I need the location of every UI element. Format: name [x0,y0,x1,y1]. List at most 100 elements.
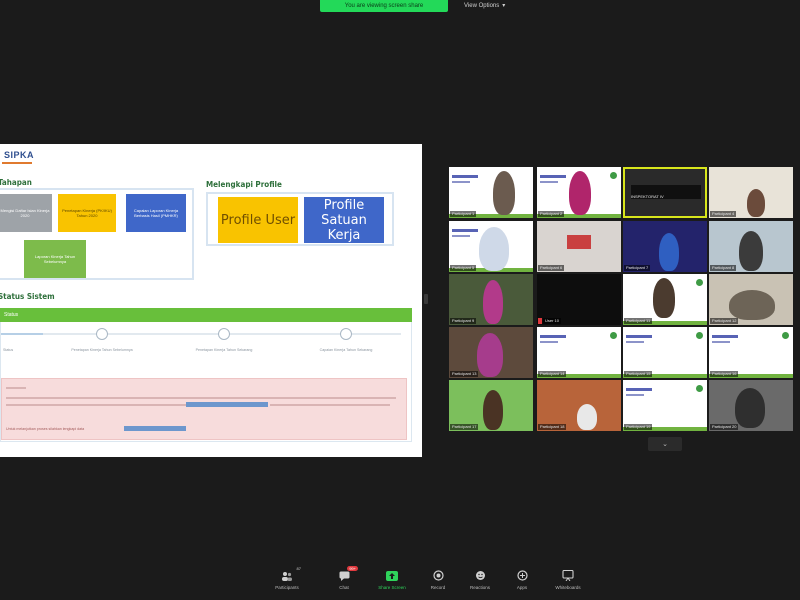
section-title-profile: Melengkapi Profile [206,180,282,189]
section-title-tahapan: Tahapan [0,178,32,187]
progress-fill [1,333,43,335]
tahapan-tile-3[interactable]: Capaian Laporan Kinerja Berbasis Hasil (… [126,194,186,232]
chat-button[interactable]: 99+ Chat [320,566,368,598]
person-avatar [735,388,765,428]
whiteboards-button[interactable]: Whiteboards [544,570,592,598]
share-screen-button[interactable]: Share Screen [368,570,416,598]
tahapan-box: Mengisi Daftar Isian Kinerja 2020 Peneta… [0,188,194,280]
video-tile[interactable]: Participant 1 [449,167,533,218]
profile-box: Profile User Profile Satuan Kerja [206,192,394,246]
group-people [729,290,775,320]
record-label: Record [430,585,446,590]
view-options-button[interactable]: View Options ▾ [458,0,511,11]
record-icon [432,570,444,581]
participant-name: Participant 6 [538,265,565,271]
video-tile-camera-off[interactable]: User 10 [537,274,621,325]
apps-icon [516,570,528,581]
alert-box: Untuk melanjutkan proses silahkan lengka… [1,378,407,440]
gallery-next-page-button[interactable]: ⌄ [648,437,682,451]
video-tile[interactable]: Participant 11 [623,274,707,325]
participant-name: Participant 1 [450,211,477,217]
chat-label: Chat [339,585,349,590]
person-avatar [659,233,679,271]
participant-name: Participant 8 [710,265,737,271]
alert-highlight-link[interactable] [186,402,268,407]
alert-action-link[interactable] [124,426,186,431]
alert-note: Untuk melanjutkan proses silahkan lengka… [6,427,85,431]
participants-button[interactable]: 87 Participants [263,566,311,598]
video-tile[interactable]: Participant 14 [537,327,621,378]
apps-button[interactable]: Apps [498,570,546,598]
video-tile[interactable]: Participant 13 [449,327,533,378]
slide-brand: SIPKA [4,150,35,160]
participant-name: Participant 4 [710,211,737,217]
person-avatar [483,280,503,324]
participant-name: INSPEKTORAT IV [631,194,664,199]
step-4-label: Capaian Kinerja Tahun Sekarang [319,348,373,352]
participants-label: Participants [275,585,299,590]
tahapan-tile-1[interactable]: Mengisi Daftar Isian Kinerja 2020 [0,194,52,232]
participants-count: 87 [296,566,301,571]
person-avatar [739,231,763,271]
video-tile[interactable]: Participant 8 [709,221,793,272]
apps-label: Apps [516,585,528,590]
video-tile[interactable]: Participant 2 [537,167,621,218]
share-screen-icon [386,570,398,581]
video-tile[interactable]: Participant 5 [449,221,533,272]
video-tile[interactable]: Participant 15 [623,327,707,378]
video-tile[interactable]: Participant 4 [709,167,793,218]
step-3-label: Penetapan Kinerja Tahun Sekarang [195,348,253,352]
video-tile[interactable]: Participant 7 [623,221,707,272]
alert-text-line [6,404,186,406]
video-tile[interactable]: Participant 20 [709,380,793,431]
participant-name: Participant 18 [538,424,567,430]
participant-name: Participant 19 [624,424,653,430]
person-avatar [477,333,503,377]
step-3-circle [218,328,230,340]
video-tile-active-speaker[interactable]: INSPEKTORAT IV [623,167,707,218]
participants-gallery: Participant 1 Participant 2 INSPEKTORAT … [449,167,800,432]
video-tile[interactable]: Participant 19 [623,380,707,431]
participant-name: Participant 2 [538,211,565,217]
resize-handle[interactable] [424,294,428,304]
record-button[interactable]: Record [414,570,462,598]
video-tile[interactable]: Participant 18 [537,380,621,431]
video-tile[interactable]: Participant 9 [449,274,533,325]
step-1-label: Status [3,348,14,352]
participant-name: Participant 20 [710,424,739,430]
participant-name: Participant 9 [450,318,477,324]
whiteboard-icon [562,570,574,581]
participant-name: Participant 7 [624,265,651,271]
whiteboards-label: Whiteboards [555,585,581,590]
step-2-circle [96,328,108,340]
person-avatar [493,171,515,215]
reactions-button[interactable]: Reactions [456,570,504,598]
participant-name: Participant 5 [450,265,477,271]
shared-screen: SIPKA Tahapan Mengisi Daftar Isian Kiner… [0,144,422,457]
participant-name: Participant 12 [710,318,739,324]
tahapan-tile-2[interactable]: Penetapan Kinerja (PK/IKU) Tahun 2020 [58,194,116,232]
screen-share-banner[interactable]: You are viewing screen share [320,0,448,12]
video-tile[interactable]: Participant 17 [449,380,533,431]
alert-text-line [6,397,396,399]
meeting-toolbar: 87 Participants 99+ Chat Share Screen Re… [0,566,800,600]
person-avatar [569,171,591,215]
reactions-label: Reactions [469,585,490,590]
profile-satker-tile[interactable]: Profile Satuan Kerja [304,197,384,243]
profile-user-tile[interactable]: Profile User [218,197,298,243]
brand-underline [2,162,32,164]
alert-text-line [270,404,390,406]
video-tile[interactable]: Participant 6 [537,221,621,272]
tahapan-tile-4[interactable]: Laporan Kinerja Tahun Sebelumnya [24,240,86,278]
video-tile[interactable]: Participant 16 [709,327,793,378]
participant-name: Participant 15 [624,371,653,377]
participant-name: Participant 13 [450,371,479,377]
participant-name: Participant 14 [538,371,567,377]
chat-unread-badge: 99+ [347,566,358,571]
participant-name: Participant 17 [450,424,479,430]
status-panel: Status Penetapan Kinerja Tahun Sebelumny… [0,322,412,442]
person-avatar [577,404,597,430]
step-4-circle [340,328,352,340]
video-tile[interactable]: Participant 12 [709,274,793,325]
view-options-label: View Options [464,2,500,9]
